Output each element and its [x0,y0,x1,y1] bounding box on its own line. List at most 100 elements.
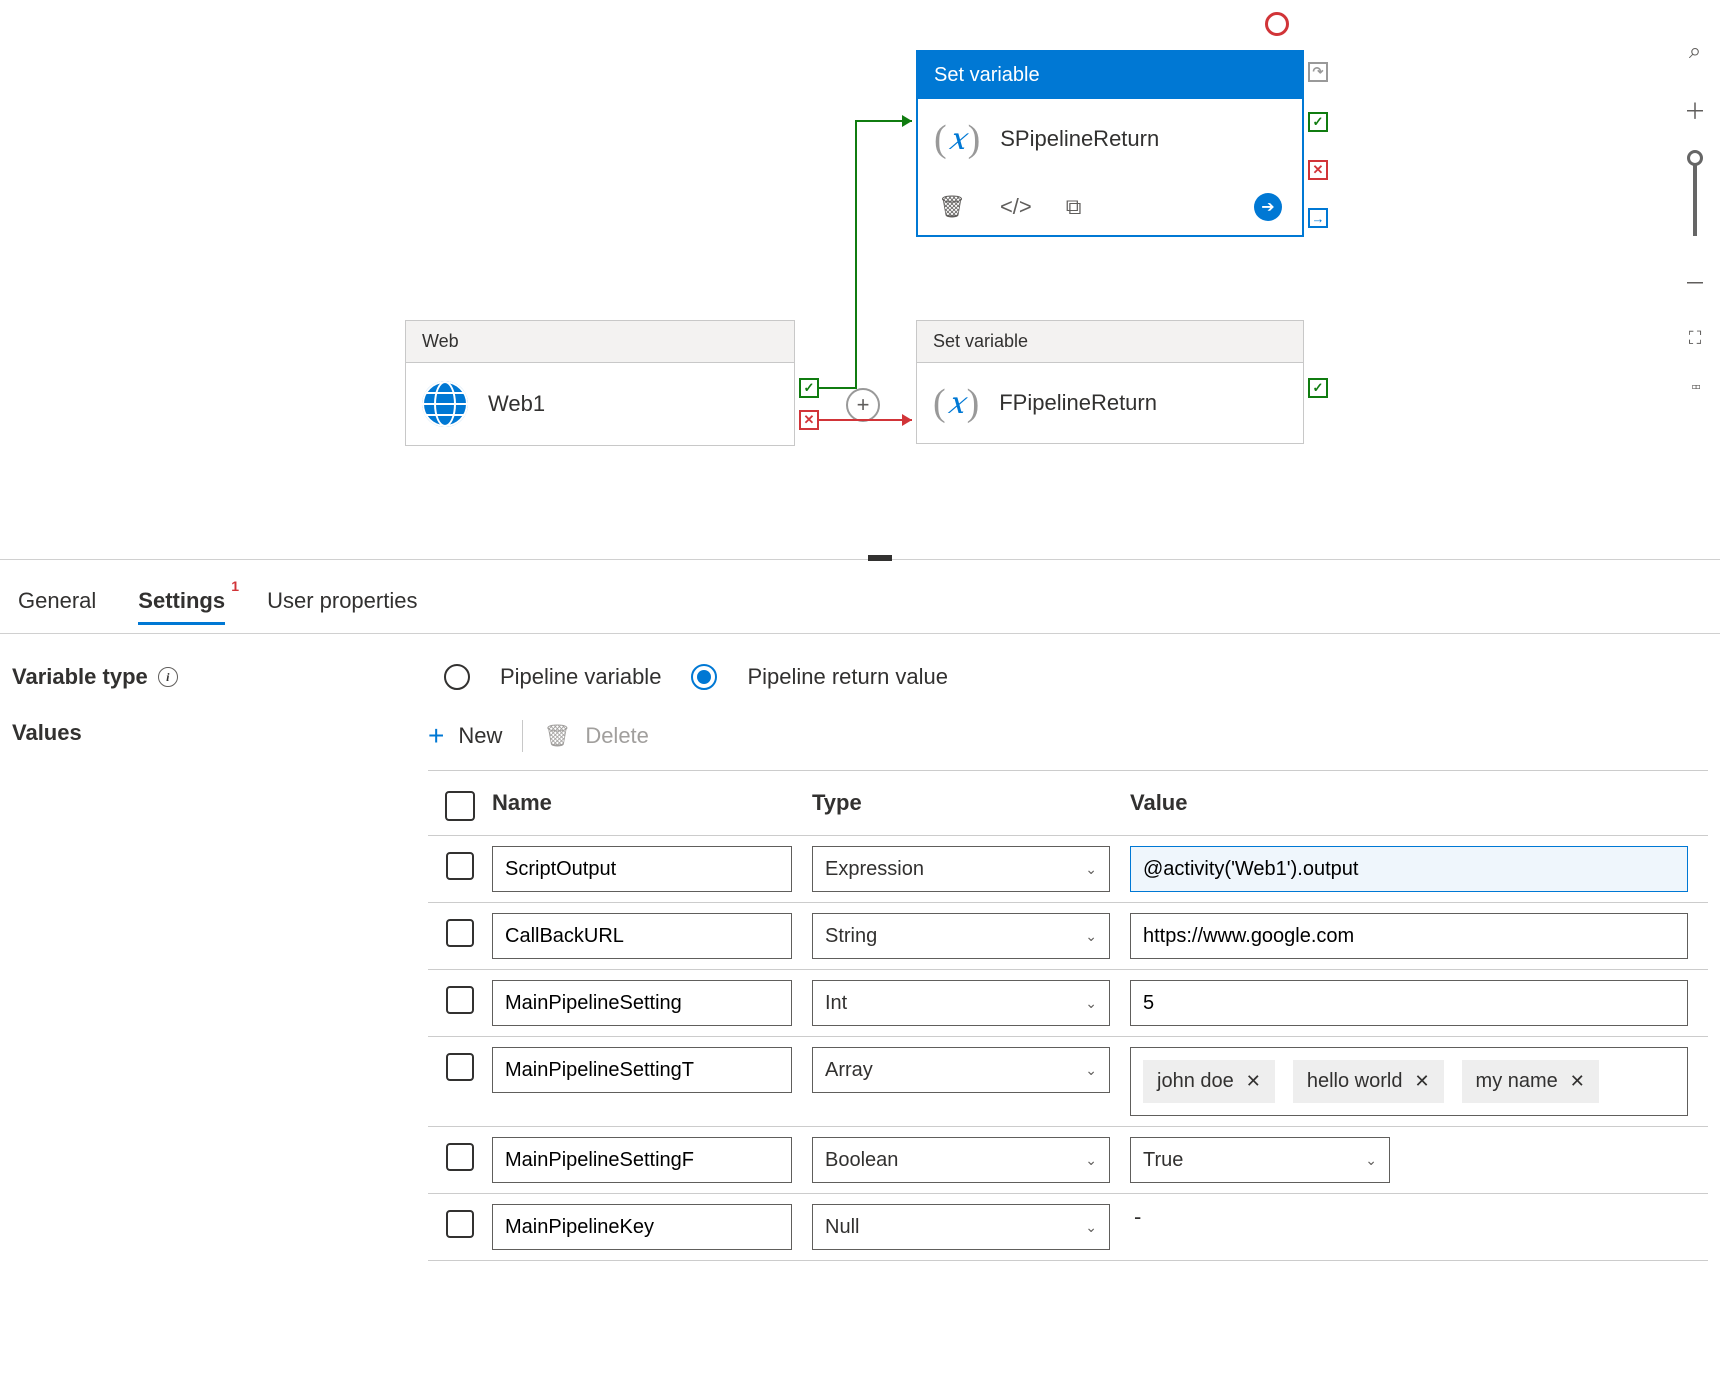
type-select[interactable]: Array ⌄ [812,1047,1110,1093]
chevron-down-icon: ⌄ [1085,928,1097,945]
name-input[interactable] [492,1204,792,1250]
tab-general[interactable]: General [18,588,96,625]
null-value: - [1130,1196,1145,1237]
row-checkbox[interactable] [446,919,474,947]
value-input[interactable] [1130,913,1688,959]
add-activity-button[interactable]: + [846,388,880,422]
pipeline-canvas[interactable]: Web Web1 ✓ ✕ + Set variable 𝑥 SPipelineR… [0,0,1720,560]
column-header-name: Name [492,790,812,816]
chevron-down-icon: ⌄ [1085,995,1097,1012]
info-icon[interactable]: i [158,667,178,687]
code-icon[interactable]: </> [1000,194,1032,220]
tab-settings[interactable]: Settings 1 [138,588,225,625]
table-row: Boolean ⌄ True⌄ [428,1127,1708,1194]
radio-label: Pipeline variable [500,664,661,690]
radio-pipeline-variable[interactable] [444,664,470,690]
select-value: Null [825,1216,859,1239]
activity-set-variable-fpipeline[interactable]: Set variable 𝑥 FPipelineReturn [916,320,1304,444]
value-input[interactable] [1130,980,1688,1026]
type-select[interactable]: String ⌄ [812,913,1110,959]
output-port-fail[interactable]: ✕ [799,410,819,430]
type-select[interactable]: Boolean ⌄ [812,1137,1110,1183]
chevron-down-icon: ⌄ [1085,1219,1097,1236]
output-port-skip[interactable]: → [1308,208,1328,228]
settings-tabs: General Settings 1 User properties [0,560,1720,634]
chevron-down-icon: ⌄ [1085,1062,1097,1079]
pane-drag-handle[interactable] [868,555,892,561]
zoom-in-icon[interactable]: ＋ [1684,94,1706,126]
values-table: Name Type Value Expression⌄ String⌄ [428,770,1708,1261]
name-input[interactable] [492,1047,792,1093]
label-text: Variable type [12,664,148,690]
globe-icon [422,381,468,427]
select-value: Expression [825,858,924,881]
new-button[interactable]: New [458,723,502,749]
close-icon[interactable]: ✕ [1570,1071,1585,1092]
close-icon[interactable]: ✕ [1414,1071,1429,1092]
table-row: String ⌄ [428,903,1708,970]
name-input[interactable] [492,1137,792,1183]
select-all-checkbox[interactable] [445,791,475,821]
array-chips-input[interactable]: john doe✕ hello world ✕ my name✕ [1130,1047,1688,1116]
radio-label: Pipeline return value [747,664,948,690]
divider [522,720,523,752]
tab-badge: 1 [231,578,239,594]
variable-type-label: Variable type i [12,664,444,690]
table-row: Expression⌄ [428,836,1708,903]
close-icon[interactable]: ✕ [1246,1071,1261,1092]
layout-icon[interactable]: ▫▫ [1691,379,1698,397]
search-icon[interactable]: ⌕ [1689,38,1701,64]
tab-user-properties[interactable]: User properties [267,588,417,625]
row-checkbox[interactable] [446,1053,474,1081]
output-port-fail[interactable]: ✕ [1308,160,1328,180]
select-value: Boolean [825,1149,898,1172]
output-port-completion[interactable]: ↷ [1308,62,1328,82]
radio-pipeline-return-value[interactable] [691,664,717,690]
name-input[interactable] [492,980,792,1026]
variable-icon: 𝑥 [933,381,979,425]
chip-text: hello world [1307,1070,1403,1093]
output-port-success[interactable]: ✓ [799,378,819,398]
row-checkbox[interactable] [446,986,474,1014]
activity-web[interactable]: Web Web1 [405,320,795,446]
type-select[interactable]: Int⌄ [812,980,1110,1026]
type-select[interactable]: Null ⌄ [812,1204,1110,1250]
output-port-success[interactable]: ✓ [1308,378,1328,398]
row-checkbox[interactable] [446,852,474,880]
expand-icon[interactable]: ➔ [1254,193,1282,221]
canvas-toolbar: ⌕ ＋ － ⛶ ▫▫ [1670,0,1720,397]
fit-screen-icon[interactable]: ⛶ [1689,328,1702,349]
name-input[interactable] [492,846,792,892]
chip[interactable]: john doe✕ [1143,1060,1275,1103]
delete-icon[interactable]: 🗑︎ [938,194,966,220]
activity-header: Set variable [917,321,1303,363]
row-checkbox[interactable] [446,1210,474,1238]
copy-icon[interactable]: ⧉ [1066,194,1082,220]
table-row: Int⌄ [428,970,1708,1037]
output-port-success[interactable]: ✓ [1308,112,1328,132]
activity-header: Web [406,321,794,363]
activity-name: SPipelineReturn [1000,126,1159,152]
select-value: True [1143,1149,1183,1172]
chip[interactable]: my name✕ [1462,1060,1599,1103]
chevron-down-icon: ⌄ [1085,1152,1097,1169]
row-checkbox[interactable] [446,1143,474,1171]
select-value: Array [825,1059,873,1082]
table-row: Array ⌄ john doe✕ hello world ✕ my name✕ [428,1037,1708,1127]
select-value: String [825,925,877,948]
zoom-slider[interactable] [1693,156,1697,236]
activity-set-variable-spipeline[interactable]: Set variable 𝑥 SPipelineReturn 🗑︎ </> ⧉ … [916,50,1304,237]
zoom-out-icon[interactable]: － [1684,266,1706,298]
trash-icon: 🗑︎ [543,723,571,749]
chip[interactable]: hello world ✕ [1293,1060,1444,1103]
tab-label: Settings [138,588,225,613]
column-header-value: Value [1130,790,1708,816]
activity-name: FPipelineReturn [999,390,1157,416]
delete-button[interactable]: Delete [585,723,649,749]
name-input[interactable] [492,913,792,959]
bool-select[interactable]: True⌄ [1130,1137,1390,1183]
validation-error-dot [1265,12,1289,36]
plus-icon: + [428,720,444,752]
type-select[interactable]: Expression⌄ [812,846,1110,892]
value-input[interactable] [1130,846,1688,892]
